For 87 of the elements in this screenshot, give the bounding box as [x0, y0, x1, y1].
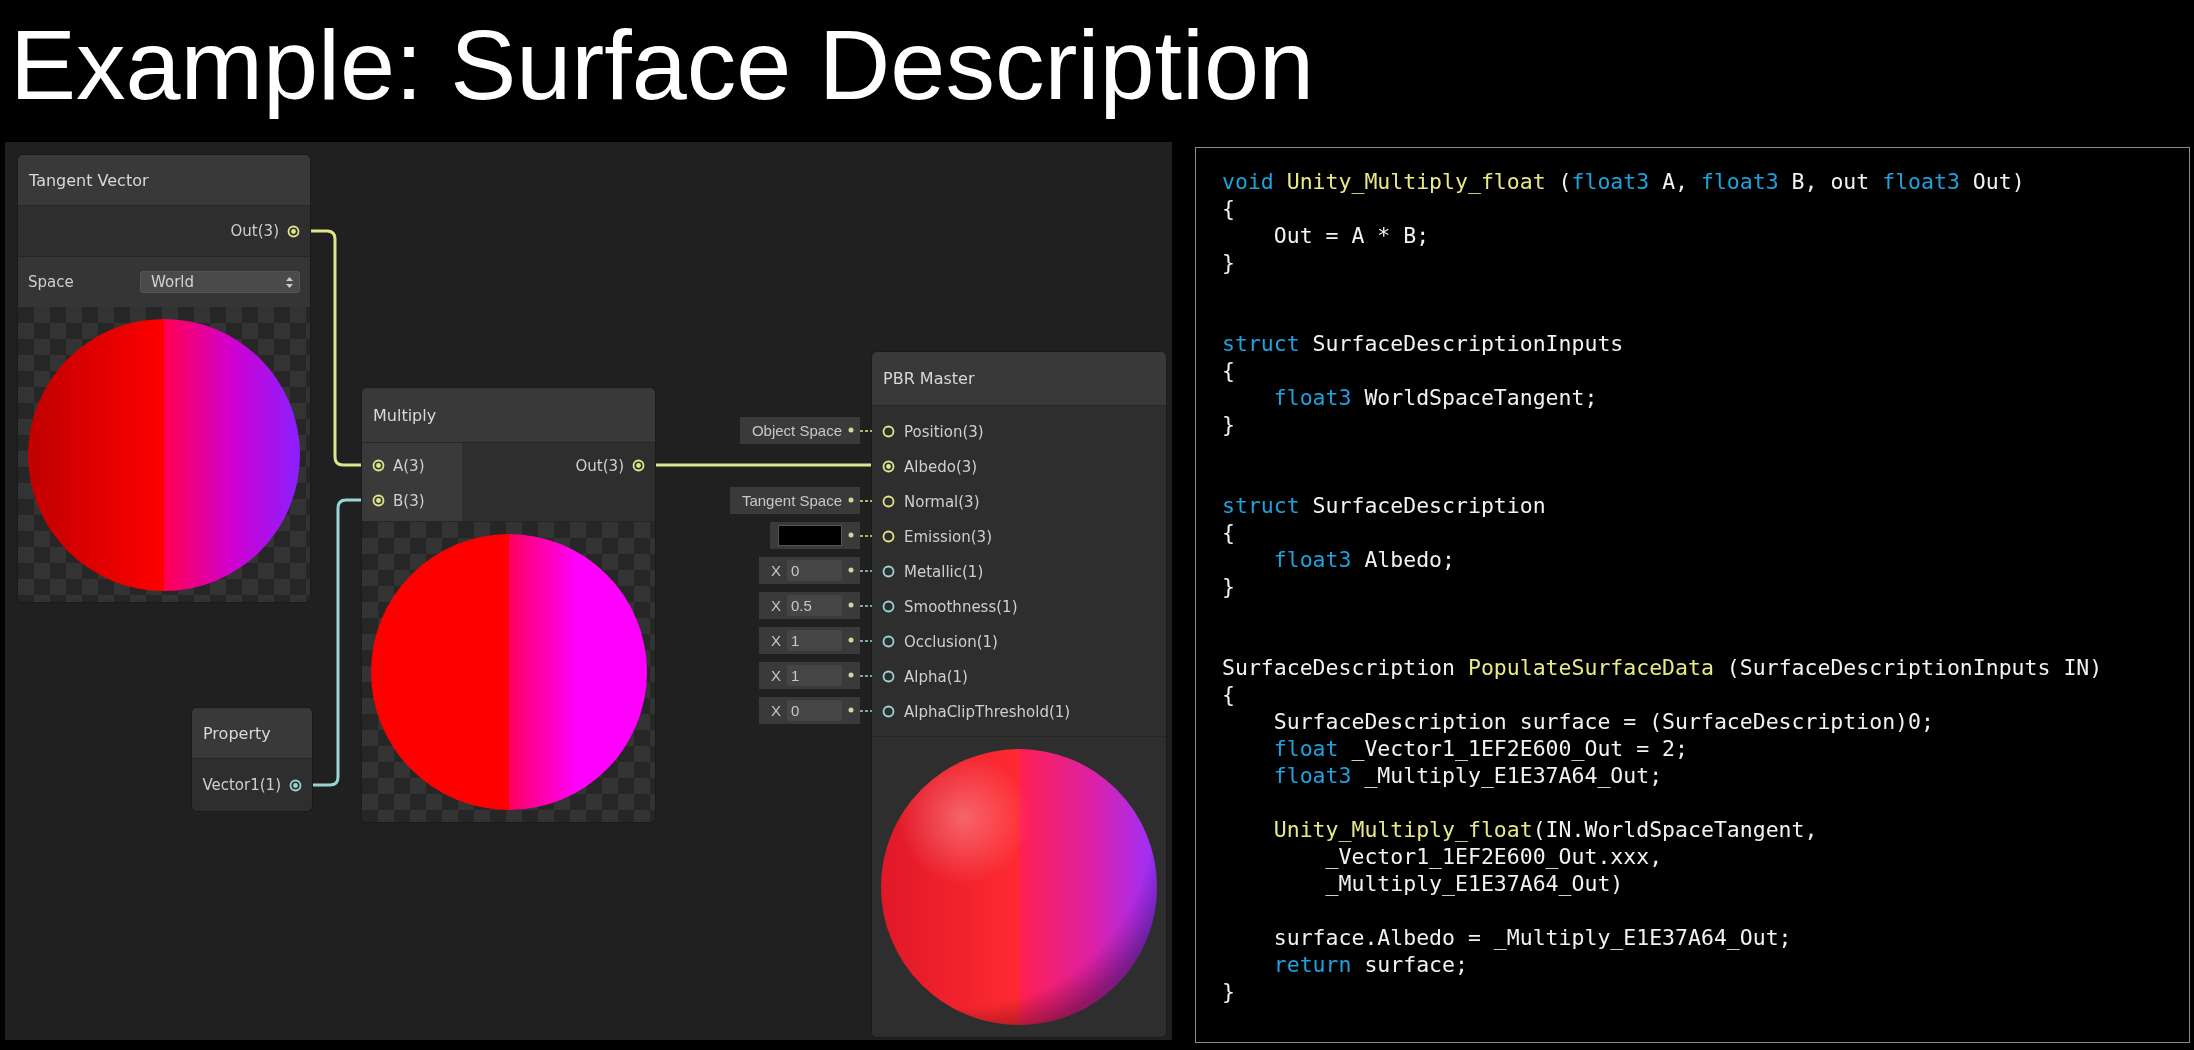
port-label: AlphaClipThreshold(1)	[904, 702, 1071, 721]
port-label: Alpha(1)	[904, 667, 968, 686]
node-title: PBR Master	[872, 352, 1166, 406]
code-line: {	[1222, 681, 1235, 708]
port-icon[interactable]	[882, 530, 895, 543]
dot-icon	[848, 602, 854, 608]
stub-wire	[860, 428, 872, 433]
code-line: _Vector1_1EF2E600_Out.xxx,	[1324, 843, 1663, 870]
code-line: }	[1222, 411, 1235, 438]
default-value-field[interactable]: Object Space	[739, 417, 860, 444]
control-label: Space	[28, 273, 74, 291]
code-line: {	[1222, 519, 1235, 546]
port-icon[interactable]	[289, 778, 302, 792]
code-line: surface.Albedo = _Multiply_E1E37A64_Out;	[1272, 924, 1792, 951]
port-label: Vector1(1)	[202, 776, 281, 794]
code-line: float3 Albedo;	[1272, 546, 1455, 573]
port-label: Albedo(3)	[904, 457, 978, 476]
node-title: Multiply	[362, 388, 655, 443]
dot-icon	[848, 497, 854, 503]
stub-wire	[860, 708, 872, 713]
stub-wire	[860, 603, 872, 608]
port-icon[interactable]	[372, 459, 385, 472]
dot-icon	[848, 707, 854, 713]
slide-title: Example: Surface Description	[9, 8, 1315, 122]
stub-wire	[860, 673, 872, 678]
node-card[interactable]: Multiply A(3) B(3) Out(3)	[362, 388, 655, 822]
port-icon[interactable]	[882, 705, 895, 718]
color-field[interactable]	[770, 522, 860, 549]
number-field[interactable]: X 0.5	[759, 592, 860, 619]
code-line: Unity_Multiply_float(IN.WorldSpaceTangent,	[1272, 816, 1818, 843]
code-line: SurfaceDescription surface = (SurfaceDescription)0;	[1272, 708, 1934, 735]
port-label: Smoothness(1)	[904, 597, 1018, 616]
dot-icon	[848, 567, 854, 573]
code-line: {	[1222, 357, 1235, 384]
space-dropdown[interactable]: World	[140, 271, 300, 293]
port-icon[interactable]	[372, 494, 385, 507]
node-title: Tangent Vector	[18, 155, 310, 206]
code-line: return surface;	[1272, 951, 1468, 978]
code-line: float3 WorldSpaceTangent;	[1272, 384, 1598, 411]
code-line: _Multiply_E1E37A64_Out)	[1324, 870, 1624, 897]
port-icon[interactable]	[287, 224, 300, 238]
port-icon[interactable]	[632, 459, 645, 472]
port-label: Position(3)	[904, 422, 984, 441]
port-icon[interactable]	[882, 460, 895, 473]
code-line: struct SurfaceDescription	[1222, 492, 1546, 519]
port-label: Normal(3)	[904, 492, 980, 511]
stub-wire	[860, 568, 872, 573]
port-label: Occlusion(1)	[904, 632, 998, 651]
port-label: Out(3)	[230, 222, 279, 240]
node-card[interactable]: Tangent Vector Out(3) Space World	[18, 155, 310, 602]
code-line: void Unity_Multiply_float (float3 A, float3 B, out float3 Out)	[1222, 168, 2025, 195]
number-field[interactable]: X 0	[759, 557, 860, 584]
node-card[interactable]: PBR Master Position(3) Albedo(3) Normal(3) Emission(3) Metallic(1) Smoothness(1) Occlusion(1) Alpha(1) AlphaClipThreshold(1)	[872, 352, 1166, 1037]
port-icon[interactable]	[882, 600, 895, 613]
code-line: float _Vector1_1EF2E600_Out = 2;	[1272, 735, 1688, 762]
code-line: }	[1222, 249, 1235, 276]
dot-icon	[848, 637, 854, 643]
up-down-arrows-icon	[286, 276, 293, 288]
stub-wire	[860, 638, 872, 643]
code-line: struct SurfaceDescriptionInputs	[1222, 330, 1624, 357]
dot-icon	[848, 427, 854, 433]
dot-icon	[848, 532, 854, 538]
dot-icon	[848, 672, 854, 678]
number-field[interactable]: X 1	[759, 627, 860, 654]
number-field[interactable]: X 1	[759, 662, 860, 689]
port-label: Emission(3)	[904, 527, 992, 546]
code-line: {	[1222, 195, 1235, 222]
port-icon[interactable]	[882, 565, 895, 578]
number-field[interactable]: X 0	[759, 697, 860, 724]
port-label: Metallic(1)	[904, 562, 984, 581]
code-line: }	[1222, 978, 1235, 1005]
port-icon[interactable]	[882, 425, 895, 438]
code-line: float3 _Multiply_E1E37A64_Out;	[1272, 762, 1663, 789]
code-line: Out = A * B;	[1272, 222, 1430, 249]
port-icon[interactable]	[882, 670, 895, 683]
stub-wire	[860, 498, 872, 503]
default-value-field[interactable]: Tangent Space	[729, 487, 860, 514]
port-icon[interactable]	[882, 635, 895, 648]
stub-wire	[860, 533, 872, 538]
port-icon[interactable]	[882, 495, 895, 508]
port-label: Out(3)	[575, 456, 624, 475]
code-line: }	[1222, 573, 1235, 600]
node-title: Property	[192, 708, 312, 759]
port-label: B(3)	[393, 491, 425, 510]
port-label: A(3)	[393, 456, 425, 475]
code-line: SurfaceDescription PopulateSurfaceData (SurfaceDescriptionInputs IN)	[1222, 654, 2103, 681]
node-card[interactable]: Property Vector1(1)	[192, 708, 312, 811]
